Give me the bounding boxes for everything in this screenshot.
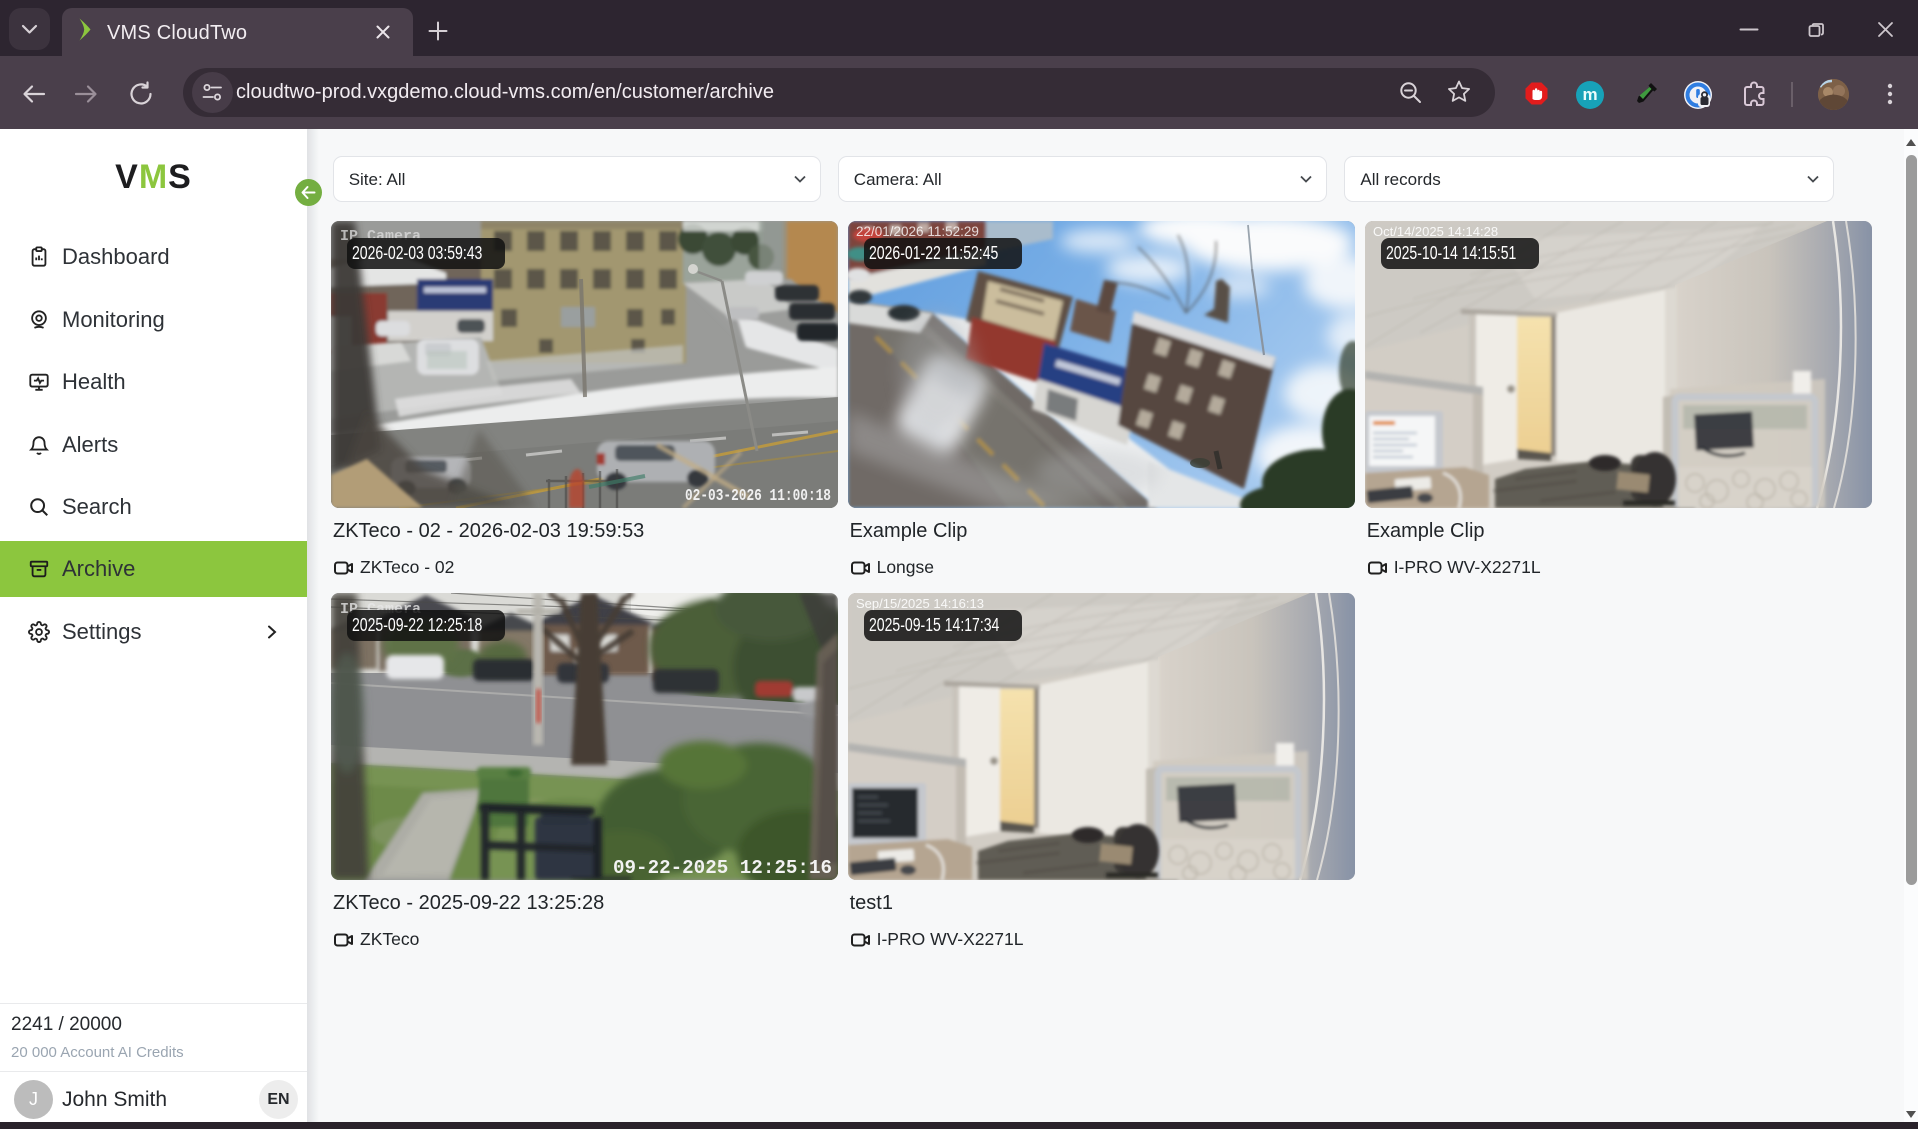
svg-text:09-22-2025 12:25:16: 09-22-2025 12:25:16 <box>613 857 832 879</box>
svg-text:02-03-2026 11:00:18: 02-03-2026 11:00:18 <box>685 487 831 506</box>
